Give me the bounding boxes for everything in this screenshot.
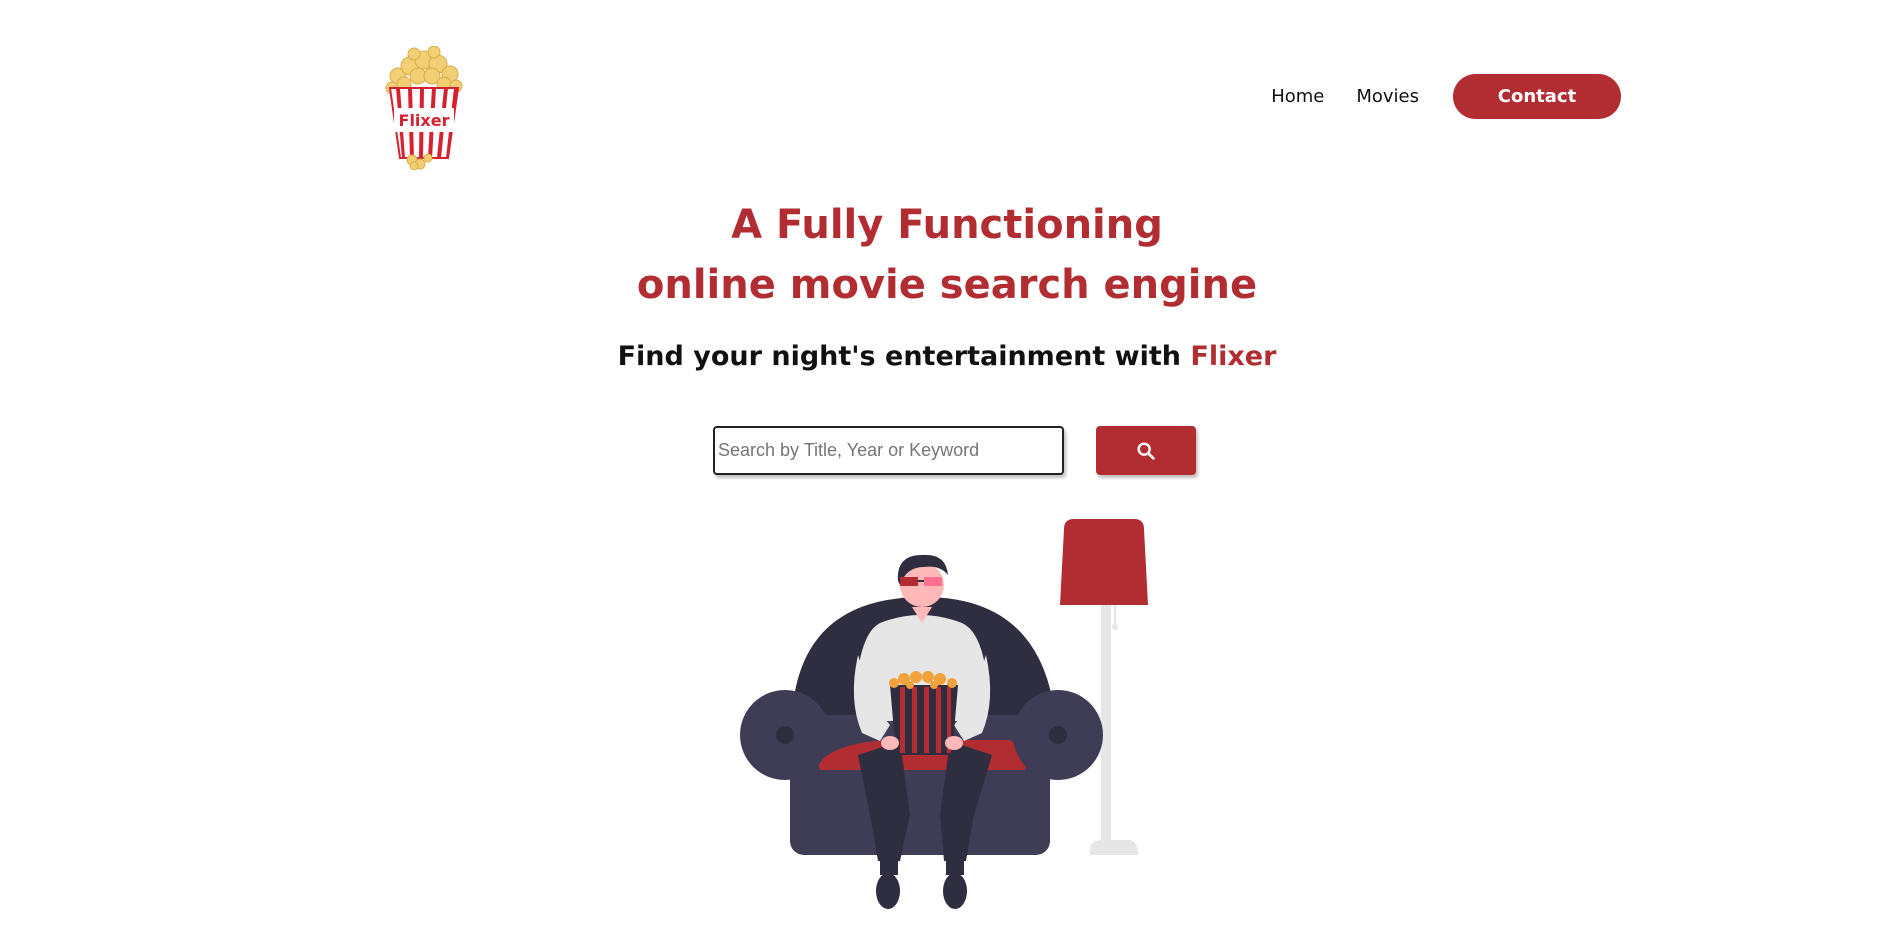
contact-button[interactable]: Contact: [1453, 74, 1621, 119]
person-on-armchair-illustration: [740, 515, 1170, 915]
popcorn-bucket-icon: Flixer: [385, 46, 463, 170]
floor-lamp: [1060, 519, 1148, 855]
search-button[interactable]: [1096, 426, 1196, 475]
search-input[interactable]: [713, 426, 1064, 475]
main-nav: Home Movies Contact: [1271, 74, 1621, 119]
tagline-brand: Flixer: [1190, 341, 1277, 372]
nav-home-link[interactable]: Home: [1271, 86, 1324, 107]
logo-text: Flixer: [399, 111, 450, 130]
landing-page: Flixer Home Movies Contact A Fully Funct…: [0, 0, 1894, 933]
flixer-logo[interactable]: Flixer: [384, 46, 464, 170]
hero-tagline: Find your night's entertainment with Fli…: [0, 341, 1894, 372]
hero-title-line2: online movie search engine: [636, 262, 1258, 308]
hero-title-line1: A Fully Functioning: [731, 202, 1163, 248]
search-icon: [1137, 441, 1155, 460]
nav-movies-link[interactable]: Movies: [1356, 86, 1419, 107]
tagline-prefix: Find your night's entertainment with: [617, 341, 1191, 372]
